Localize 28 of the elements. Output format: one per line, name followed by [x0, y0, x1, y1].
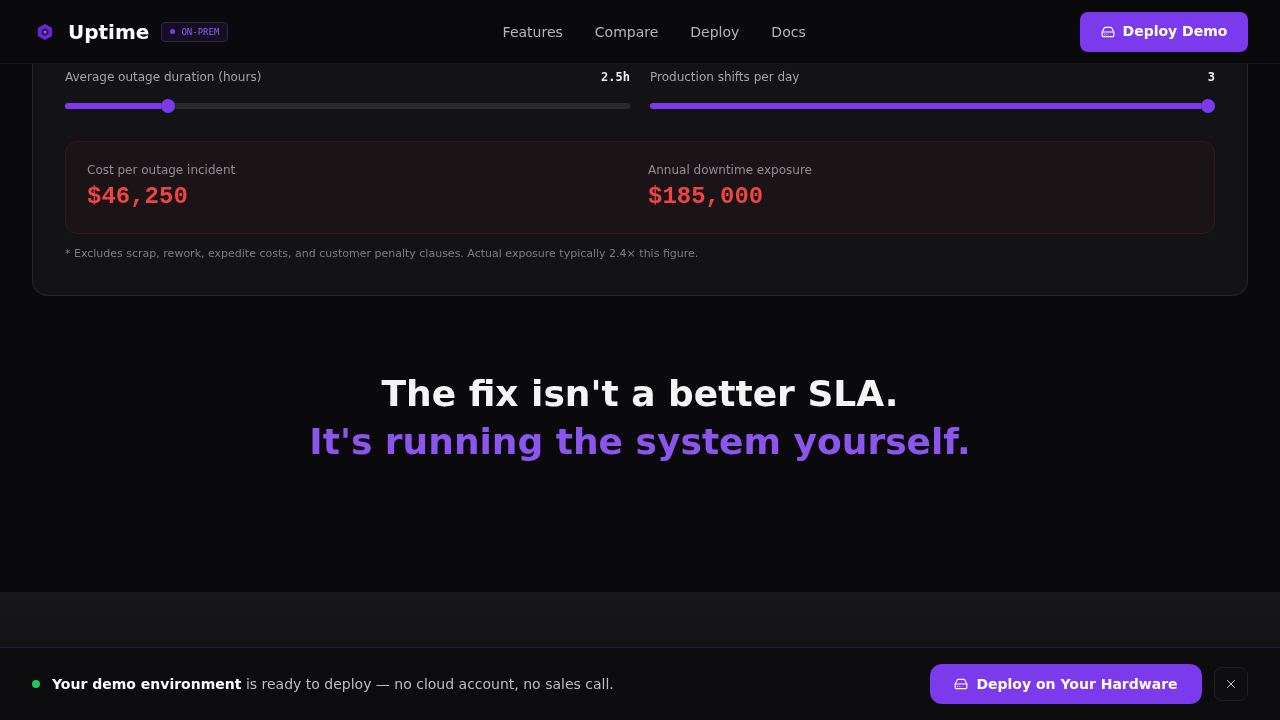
banner-message: Your demo environment is ready to deploy — no cloud account, no sales call. [52, 675, 614, 694]
deploy-hardware-button[interactable]: Deploy on Your Hardware [930, 664, 1202, 704]
result-value: $46,250 [87, 182, 189, 212]
badge-text: ON-PREM [181, 25, 220, 38]
hexagon-logo-icon [38, 23, 52, 40]
hard-drive-icon [954, 677, 969, 691]
nav-link[interactable]: Docs [771, 21, 806, 42]
slider-label: Production shifts per day [650, 69, 800, 85]
slider-value: 3 [1207, 69, 1215, 85]
nav-link[interactable]: Deploy [690, 21, 740, 42]
headline-accent: It's running the system yourself. [309, 420, 971, 464]
footnote: * Excludes scrap, rework, expedite costs, and customer penalty clauses. Actual exposure typically 2.4× this figure. [65, 246, 700, 262]
deploy-demo-button[interactable]: Deploy Demo [1080, 11, 1248, 52]
result-label: Cost per outage incident [87, 162, 237, 178]
slider-thumb[interactable] [161, 99, 176, 113]
slider-thumb[interactable] [1201, 99, 1215, 113]
status-dot-icon [32, 680, 40, 688]
headline: The fix isn't a better SLA. [381, 372, 899, 416]
status-dot-icon [170, 29, 176, 34]
result-value: $185,000 [648, 182, 765, 212]
slider-label: Average outage duration (hours) [65, 69, 262, 85]
result-label: Annual downtime exposure [648, 162, 813, 178]
nav-link[interactable]: Features [502, 21, 563, 42]
brand-name: Uptime [68, 18, 150, 46]
slider-value: 2.5h [601, 69, 630, 85]
nav-link[interactable]: Compare [594, 21, 659, 42]
hard-drive-icon [1100, 24, 1115, 39]
close-icon [1224, 677, 1238, 691]
